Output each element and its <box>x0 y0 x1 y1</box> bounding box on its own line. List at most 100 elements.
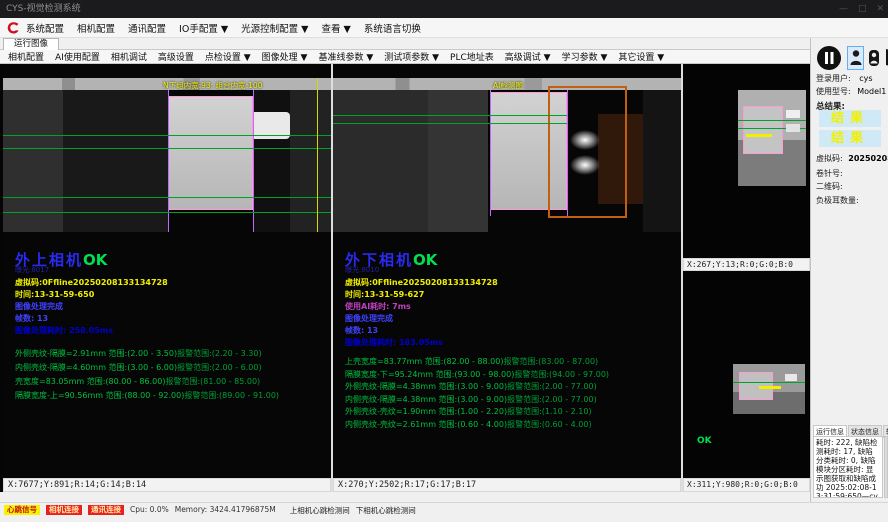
left-overlay-label: N下组内宽:93; 组合内宽:100 <box>163 81 262 90</box>
mid-frame-count: 帧数: 13 <box>345 325 675 337</box>
pause-button[interactable] <box>814 43 844 73</box>
tool-camera-debug[interactable]: 相机调试 <box>111 50 147 63</box>
mid-machine-right <box>643 90 681 232</box>
mid-pixel-coords: X:270;Y:2502;R:17;G:17;B:17 <box>333 478 681 492</box>
mid-measure-row: 内侧壳纹-隔膜=4.38mm 范围:(3.00 - 9.00)报警范围:(2.0… <box>345 394 675 407</box>
left-elapsed: 图像处理耗时: 258.05ms <box>15 325 325 337</box>
qr-code-label: 二维码: <box>816 181 843 192</box>
preview-bottom-ok: OK <box>697 436 712 446</box>
menu-bar: 系统配置 相机配置 通讯配置 IO手配置 ▼ 光源控制配置 ▼ 查看 ▼ 系统语… <box>0 18 888 38</box>
mid-elapsed: 图像处理耗时: 183.05ms <box>345 337 675 349</box>
exit-button[interactable] <box>884 46 888 70</box>
status-bar: 心跳信号 相机连接 通讯连接 Cpu: 0.0% Memory: 3424.41… <box>0 502 888 522</box>
tool-other-settings[interactable]: 其它设置 ▼ <box>618 50 664 63</box>
mid-measure-row: 隔膜宽度-下=95.24mm 范围:(93.00 - 98.00)报警范围:(9… <box>345 369 675 382</box>
menu-light-config[interactable]: 光源控制配置 ▼ <box>241 21 308 35</box>
main-view-area: N下组内宽:93; 组合内宽:100 外上相机OK 曝光:8017 虚拟码:0F… <box>0 64 810 492</box>
menu-io-config[interactable]: IO手配置 ▼ <box>179 21 228 35</box>
menu-system-config[interactable]: 系统配置 <box>26 21 64 35</box>
login-user-value: cys <box>859 74 872 83</box>
left-measure-row: 外侧壳纹-隔膜=2.91mm 范围:(2.00 - 3.50)报警范围:(2.2… <box>15 347 325 361</box>
tool-camera-config[interactable]: 相机配置 <box>8 50 44 63</box>
left-measure-row: 隔膜宽度-上=90.56mm 范围:(88.00 - 92.00)报警范围:(8… <box>15 389 325 403</box>
camera-view-upper-outer[interactable]: N下组内宽:93; 组合内宽:100 外上相机OK 曝光:8017 虚拟码:0F… <box>3 64 331 478</box>
maximize-icon[interactable]: □ <box>858 0 867 18</box>
mid-ai-time: 使用AI耗时: 7ms <box>345 301 675 313</box>
lower-cam-heartbeat: 下相机心跳检测间 <box>356 505 416 516</box>
close-icon[interactable]: ✕ <box>876 0 884 18</box>
left-green-line-1 <box>3 135 331 136</box>
minimize-icon[interactable]: — <box>839 0 848 18</box>
control-buttons <box>814 43 888 73</box>
login-user-label: 登录用户: <box>816 74 851 83</box>
preview-bottom-coords: X:311;Y:980;R:0;G:0;B:0 <box>683 478 810 492</box>
mid-machine-bed <box>428 90 488 232</box>
preview-top[interactable] <box>683 64 810 258</box>
tool-test-params[interactable]: 测试项参数 ▼ <box>384 50 439 63</box>
operator-icon <box>868 49 880 67</box>
log-scrollbar[interactable] <box>884 436 888 498</box>
app-logo-icon <box>5 20 21 36</box>
result-box-1: 结果 <box>819 110 881 127</box>
preview-bottom[interactable]: OK <box>683 271 810 478</box>
mid-barcode: 虚拟码:0Ffline20250208133134728 <box>345 277 675 289</box>
left-barcode: 虚拟码:0Ffline20250208133134728 <box>15 277 325 289</box>
tool-learning-params[interactable]: 学习参数 ▼ <box>562 50 608 63</box>
comm-link-badge: 通讯连接 <box>88 505 124 515</box>
mid-process-done: 图像处理完成 <box>345 313 675 325</box>
left-status-ok: OK <box>83 251 107 269</box>
mid-green-line-2 <box>333 123 567 124</box>
mid-magenta-guide-left <box>490 90 491 216</box>
user-button[interactable] <box>847 46 864 70</box>
model-row: 使用型号: Model1 <box>816 86 886 97</box>
right-control-panel: 登录用户: cys 使用型号: Model1 总结果: 结果 结果 虚拟码: 2… <box>810 38 888 502</box>
result-box-2: 结果 <box>819 130 881 147</box>
window-controls: — □ ✕ <box>839 0 884 18</box>
left-green-line-3 <box>3 197 331 198</box>
tool-plc-address-table[interactable]: PLC地址表 <box>450 50 494 63</box>
upper-cam-heartbeat: 上相机心跳检测间 <box>290 505 350 516</box>
mid-measure-row: 外侧壳纹-隔膜=4.38mm 范围:(3.00 - 9.00)报警范围:(2.0… <box>345 381 675 394</box>
left-measure-row: 内侧壳纹-隔膜=4.60mm 范围:(3.00 - 6.00)报警范围:(2.0… <box>15 361 325 375</box>
left-green-line-2 <box>3 148 331 149</box>
left-pixel-coords: X:7677;Y:891;R:14;G:14;B:14 <box>3 478 331 492</box>
mid-time: 时间:13-31-59-627 <box>345 289 675 301</box>
login-user-row: 登录用户: cys <box>816 73 873 84</box>
preview-column: X:267;Y:13;R:0;G:0;B:0 OK X:311;Y:980;R:… <box>683 64 810 492</box>
tool-baseline-params[interactable]: 基准线参数 ▼ <box>318 50 373 63</box>
tool-spot-check[interactable]: 点检设置 ▼ <box>205 50 251 63</box>
tab-run-image[interactable]: 运行图像 <box>3 38 59 50</box>
camera-view-lower-outer[interactable]: AI检测图 外下相机OK 曝光:8010 虚拟码:0Ffline20250208… <box>333 64 681 478</box>
tool-advanced-settings[interactable]: 高级设置 <box>158 50 194 63</box>
tool-advanced-debug[interactable]: 高级调试 ▼ <box>505 50 551 63</box>
mid-measure-row: 外侧壳纹-壳纹=1.90mm 范围:(1.00 - 2.20)报警范围:(1.1… <box>345 406 675 419</box>
camera-link-badge: 相机连接 <box>46 505 82 515</box>
left-magenta-guide-left <box>168 90 169 232</box>
menu-comm-config[interactable]: 通讯配置 <box>128 21 166 35</box>
mid-magenta-guide-right <box>567 90 568 216</box>
left-green-line-4 <box>3 212 331 213</box>
title-bar: CYS-视觉检测系统 <box>0 0 888 18</box>
barcode-label: 虚拟码: <box>816 154 843 163</box>
tab-count-label: 负极耳数量: <box>816 195 859 206</box>
model-label: 使用型号: <box>816 87 851 96</box>
mid-orange-roi <box>548 86 627 218</box>
left-machine-column <box>3 90 63 232</box>
run-log-text: 耗时: 222, 缺陷检测耗时: 17, 缺陷分类耗时: 0, 缺陷模块分区耗时… <box>813 436 883 498</box>
left-yellow-guide <box>317 78 318 232</box>
mid-overlay-label: AI检测图 <box>493 81 523 90</box>
left-cell-region <box>168 96 253 210</box>
tool-ai-usage-config[interactable]: AI使用配置 <box>55 50 100 63</box>
model-value-dropdown[interactable]: Model1 <box>857 87 886 96</box>
mid-result-block: 外下相机OK 曝光:8010 虚拟码:0Ffline20250208133134… <box>345 252 675 431</box>
menu-language-switch[interactable]: 系统语言切换 <box>364 21 421 35</box>
tool-bar: 相机配置 AI使用配置 相机调试 高级设置 点检设置 ▼ 图像处理 ▼ 基准线参… <box>0 50 810 64</box>
menu-view[interactable]: 查看 ▼ <box>321 21 350 35</box>
preview-top-coords: X:267;Y:13;R:0;G:0;B:0 <box>683 258 810 271</box>
tool-image-processing[interactable]: 图像处理 ▼ <box>262 50 308 63</box>
left-time: 时间:13-31-59-650 <box>15 289 325 301</box>
operator-button[interactable] <box>867 47 881 69</box>
left-machine-far-right <box>290 90 331 232</box>
mid-status-ok: OK <box>413 251 437 269</box>
menu-camera-config[interactable]: 相机配置 <box>77 21 115 35</box>
